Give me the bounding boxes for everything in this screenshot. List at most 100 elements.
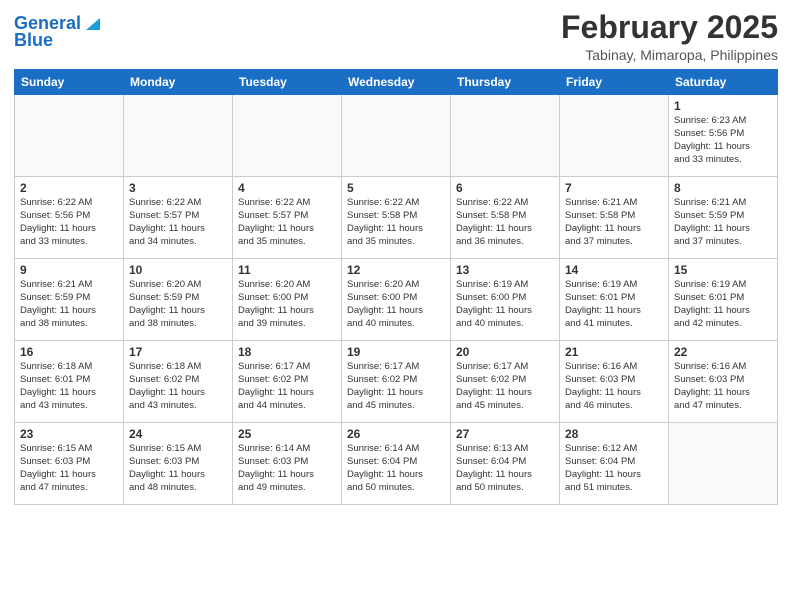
calendar: SundayMondayTuesdayWednesdayThursdayFrid… — [14, 69, 778, 505]
day-number: 5 — [347, 181, 445, 195]
calendar-day-cell: 20 Sunrise: 6:17 AM Sunset: 6:02 PM Dayli… — [451, 341, 560, 423]
calendar-day-cell: 3Sunrise: 6:22 AM Sunset: 5:57 PM Daylig… — [124, 177, 233, 259]
calendar-day-cell: 6 Sunrise: 6:22 AM Sunset: 5:58 PM Daylig… — [451, 177, 560, 259]
calendar-day-cell — [560, 95, 669, 177]
calendar-day-cell: 19 Sunrise: 6:17 AM Sunset: 6:02 PM Dayli… — [342, 341, 451, 423]
calendar-day-cell — [124, 95, 233, 177]
calendar-day-cell: 12 Sunrise: 6:20 AM Sunset: 6:00 PM Dayli… — [342, 259, 451, 341]
day-number: 12 — [347, 263, 445, 277]
day-info: Sunrise: 6:20 AM Sunset: 6:00 PM Dayligh… — [347, 279, 445, 330]
calendar-day-cell: 16 Sunrise: 6:18 AM Sunset: 6:01 PM Dayli… — [15, 341, 124, 423]
day-number: 27 — [456, 427, 554, 441]
day-number: 18 — [238, 345, 336, 359]
day-info: Sunrise: 6:23 AM Sunset: 5:56 PM Dayligh… — [674, 115, 772, 166]
day-info: Sunrise: 6:21 AM Sunset: 5:58 PM Dayligh… — [565, 197, 663, 248]
calendar-day-cell: 9Sunrise: 6:21 AM Sunset: 5:59 PM Daylig… — [15, 259, 124, 341]
calendar-week-row: 23Sunrise: 6:15 AM Sunset: 6:03 PM Dayli… — [15, 423, 778, 505]
day-info: Sunrise: 6:22 AM Sunset: 5:57 PM Dayligh… — [238, 197, 336, 248]
day-number: 14 — [565, 263, 663, 277]
day-number: 20 — [456, 345, 554, 359]
calendar-day-cell: 13Sunrise: 6:19 AM Sunset: 6:00 PM Dayli… — [451, 259, 560, 341]
day-info: Sunrise: 6:16 AM Sunset: 6:03 PM Dayligh… — [565, 361, 663, 412]
day-number: 26 — [347, 427, 445, 441]
day-info: Sunrise: 6:22 AM Sunset: 5:56 PM Dayligh… — [20, 197, 118, 248]
day-info: Sunrise: 6:15 AM Sunset: 6:03 PM Dayligh… — [20, 443, 118, 494]
calendar-day-cell: 10 Sunrise: 6:20 AM Sunset: 5:59 PM Dayli… — [124, 259, 233, 341]
calendar-day-cell: 11 Sunrise: 6:20 AM Sunset: 6:00 PM Dayli… — [233, 259, 342, 341]
calendar-day-cell: 5 Sunrise: 6:22 AM Sunset: 5:58 PM Daylig… — [342, 177, 451, 259]
weekday-header: Tuesday — [233, 70, 342, 95]
weekday-header: Friday — [560, 70, 669, 95]
day-info: Sunrise: 6:18 AM Sunset: 6:01 PM Dayligh… — [20, 361, 118, 412]
calendar-day-cell: 18 Sunrise: 6:17 AM Sunset: 6:02 PM Dayli… — [233, 341, 342, 423]
day-number: 22 — [674, 345, 772, 359]
day-number: 3 — [129, 181, 227, 195]
day-number: 17 — [129, 345, 227, 359]
day-number: 6 — [456, 181, 554, 195]
calendar-day-cell: 27Sunrise: 6:13 AM Sunset: 6:04 PM Dayli… — [451, 423, 560, 505]
month-title: February 2025 — [561, 10, 778, 45]
calendar-day-cell: 28 Sunrise: 6:12 AM Sunset: 6:04 PM Dayli… — [560, 423, 669, 505]
location-title: Tabinay, Mimaropa, Philippines — [561, 47, 778, 63]
day-number: 7 — [565, 181, 663, 195]
day-number: 16 — [20, 345, 118, 359]
day-number: 9 — [20, 263, 118, 277]
calendar-week-row: 16 Sunrise: 6:18 AM Sunset: 6:01 PM Dayli… — [15, 341, 778, 423]
day-info: Sunrise: 6:19 AM Sunset: 6:00 PM Dayligh… — [456, 279, 554, 330]
logo: General Blue — [14, 14, 100, 51]
day-info: Sunrise: 6:22 AM Sunset: 5:58 PM Dayligh… — [347, 197, 445, 248]
day-info: Sunrise: 6:16 AM Sunset: 6:03 PM Dayligh… — [674, 361, 772, 412]
day-info: Sunrise: 6:19 AM Sunset: 6:01 PM Dayligh… — [674, 279, 772, 330]
day-number: 1 — [674, 99, 772, 113]
day-info: Sunrise: 6:20 AM Sunset: 6:00 PM Dayligh… — [238, 279, 336, 330]
day-number: 21 — [565, 345, 663, 359]
day-info: Sunrise: 6:20 AM Sunset: 5:59 PM Dayligh… — [129, 279, 227, 330]
calendar-day-cell: 1 Sunrise: 6:23 AM Sunset: 5:56 PM Daylig… — [669, 95, 778, 177]
day-info: Sunrise: 6:22 AM Sunset: 5:58 PM Dayligh… — [456, 197, 554, 248]
weekday-header: Sunday — [15, 70, 124, 95]
day-number: 15 — [674, 263, 772, 277]
calendar-day-cell: 25 Sunrise: 6:14 AM Sunset: 6:03 PM Dayli… — [233, 423, 342, 505]
calendar-week-row: 2 Sunrise: 6:22 AM Sunset: 5:56 PM Daylig… — [15, 177, 778, 259]
weekday-header: Wednesday — [342, 70, 451, 95]
page: General Blue February 2025 Tabinay, Mima… — [0, 0, 792, 612]
day-info: Sunrise: 6:19 AM Sunset: 6:01 PM Dayligh… — [565, 279, 663, 330]
logo-blue-text: Blue — [14, 31, 53, 51]
day-number: 11 — [238, 263, 336, 277]
calendar-day-cell: 24 Sunrise: 6:15 AM Sunset: 6:03 PM Dayli… — [124, 423, 233, 505]
day-info: Sunrise: 6:12 AM Sunset: 6:04 PM Dayligh… — [565, 443, 663, 494]
calendar-week-row: 1 Sunrise: 6:23 AM Sunset: 5:56 PM Daylig… — [15, 95, 778, 177]
day-info: Sunrise: 6:18 AM Sunset: 6:02 PM Dayligh… — [129, 361, 227, 412]
day-info: Sunrise: 6:15 AM Sunset: 6:03 PM Dayligh… — [129, 443, 227, 494]
day-number: 24 — [129, 427, 227, 441]
calendar-day-cell: 22 Sunrise: 6:16 AM Sunset: 6:03 PM Dayli… — [669, 341, 778, 423]
day-info: Sunrise: 6:21 AM Sunset: 5:59 PM Dayligh… — [674, 197, 772, 248]
day-number: 25 — [238, 427, 336, 441]
calendar-week-row: 9Sunrise: 6:21 AM Sunset: 5:59 PM Daylig… — [15, 259, 778, 341]
calendar-day-cell — [233, 95, 342, 177]
calendar-day-cell: 21 Sunrise: 6:16 AM Sunset: 6:03 PM Dayli… — [560, 341, 669, 423]
title-block: February 2025 Tabinay, Mimaropa, Philipp… — [561, 10, 778, 63]
weekday-header: Monday — [124, 70, 233, 95]
weekday-header: Thursday — [451, 70, 560, 95]
day-number: 8 — [674, 181, 772, 195]
day-number: 19 — [347, 345, 445, 359]
day-number: 2 — [20, 181, 118, 195]
calendar-day-cell: 23Sunrise: 6:15 AM Sunset: 6:03 PM Dayli… — [15, 423, 124, 505]
calendar-day-cell — [669, 423, 778, 505]
day-info: Sunrise: 6:17 AM Sunset: 6:02 PM Dayligh… — [456, 361, 554, 412]
day-number: 10 — [129, 263, 227, 277]
calendar-day-cell: 15 Sunrise: 6:19 AM Sunset: 6:01 PM Dayli… — [669, 259, 778, 341]
calendar-day-cell: 17 Sunrise: 6:18 AM Sunset: 6:02 PM Dayli… — [124, 341, 233, 423]
day-info: Sunrise: 6:17 AM Sunset: 6:02 PM Dayligh… — [238, 361, 336, 412]
day-info: Sunrise: 6:17 AM Sunset: 6:02 PM Dayligh… — [347, 361, 445, 412]
day-number: 4 — [238, 181, 336, 195]
day-number: 28 — [565, 427, 663, 441]
calendar-day-cell: 14 Sunrise: 6:19 AM Sunset: 6:01 PM Dayli… — [560, 259, 669, 341]
calendar-day-cell — [342, 95, 451, 177]
weekday-header: Saturday — [669, 70, 778, 95]
calendar-day-cell: 2 Sunrise: 6:22 AM Sunset: 5:56 PM Daylig… — [15, 177, 124, 259]
day-info: Sunrise: 6:14 AM Sunset: 6:04 PM Dayligh… — [347, 443, 445, 494]
day-info: Sunrise: 6:14 AM Sunset: 6:03 PM Dayligh… — [238, 443, 336, 494]
calendar-day-cell — [15, 95, 124, 177]
